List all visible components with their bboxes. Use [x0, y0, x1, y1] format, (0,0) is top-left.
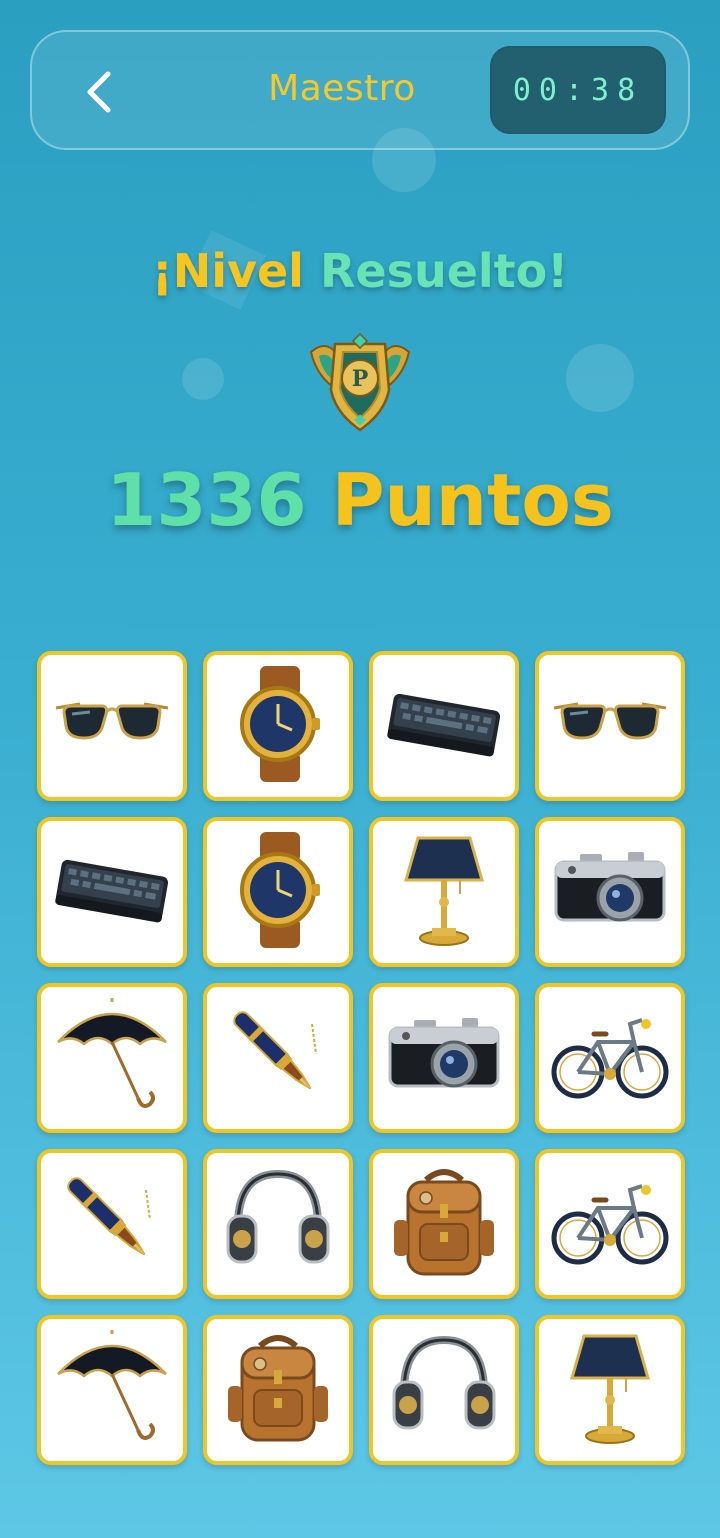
sunglasses-icon — [50, 662, 174, 790]
card-camera[interactable] — [535, 817, 685, 967]
card-pen[interactable] — [37, 1149, 187, 1299]
camera-icon — [382, 994, 506, 1122]
score-display: 1336 Puntos — [0, 458, 720, 542]
pen-icon — [50, 1160, 174, 1288]
card-backpack[interactable] — [203, 1315, 353, 1465]
backpack-icon — [382, 1160, 506, 1288]
badge-letter: P — [352, 366, 369, 392]
top-bar: Maestro 00:38 — [30, 30, 690, 150]
card-keyboard[interactable] — [37, 817, 187, 967]
card-lamp[interactable] — [535, 1315, 685, 1465]
headphones-icon — [216, 1160, 340, 1288]
level-title: Maestro — [268, 68, 416, 109]
umbrella-icon — [50, 994, 174, 1122]
card-camera[interactable] — [369, 983, 519, 1133]
card-headphones[interactable] — [203, 1149, 353, 1299]
rank-shield-icon: P — [305, 330, 415, 434]
heading-part-1: ¡Nivel — [151, 244, 304, 298]
card-umbrella[interactable] — [37, 1315, 187, 1465]
level-solved-heading: ¡Nivel Resuelto! — [0, 244, 720, 298]
backpack-icon — [216, 1326, 340, 1454]
timer-display: 00:38 — [490, 46, 666, 134]
card-sunglasses[interactable] — [535, 651, 685, 801]
card-watch[interactable] — [203, 651, 353, 801]
score-value: 1336 — [106, 458, 307, 542]
card-lamp[interactable] — [369, 817, 519, 967]
card-headphones[interactable] — [369, 1315, 519, 1465]
card-sunglasses[interactable] — [37, 651, 187, 801]
chevron-left-icon — [87, 71, 111, 113]
bg-circle — [182, 358, 224, 400]
watch-icon — [216, 662, 340, 790]
score-label: Puntos — [331, 458, 614, 542]
bg-circle — [566, 344, 634, 412]
keyboard-icon — [382, 662, 506, 790]
bicycle-icon — [548, 994, 672, 1122]
back-button[interactable] — [70, 60, 130, 124]
watch-icon — [216, 828, 340, 956]
heading-part-2: Resuelto! — [319, 244, 569, 298]
card-backpack[interactable] — [369, 1149, 519, 1299]
card-pen[interactable] — [203, 983, 353, 1133]
camera-icon — [548, 828, 672, 956]
card-bicycle[interactable] — [535, 983, 685, 1133]
card-umbrella[interactable] — [37, 983, 187, 1133]
card-bicycle[interactable] — [535, 1149, 685, 1299]
headphones-icon — [382, 1326, 506, 1454]
pen-icon — [216, 994, 340, 1122]
lamp-icon — [382, 828, 506, 956]
card-grid — [37, 651, 685, 1465]
bicycle-icon — [548, 1160, 672, 1288]
sunglasses-icon — [548, 662, 672, 790]
umbrella-icon — [50, 1326, 174, 1454]
card-watch[interactable] — [203, 817, 353, 967]
lamp-icon — [548, 1326, 672, 1454]
card-keyboard[interactable] — [369, 651, 519, 801]
keyboard-icon — [50, 828, 174, 956]
